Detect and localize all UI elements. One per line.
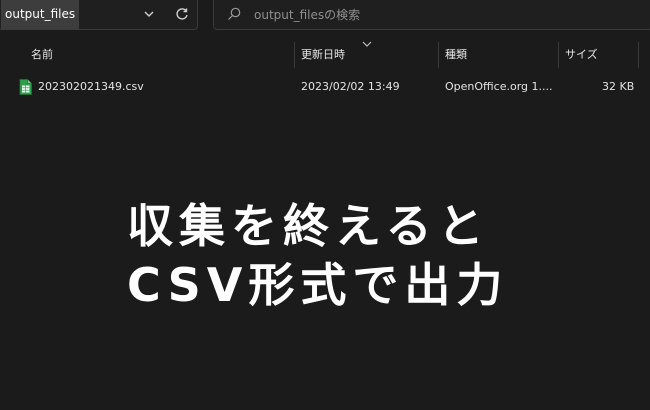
file-type: OpenOffice.org 1....	[445, 80, 553, 93]
column-header-size[interactable]: サイズ	[565, 42, 598, 68]
breadcrumb-current-folder[interactable]: output_files	[1, 0, 80, 29]
search-input[interactable]	[254, 5, 634, 25]
column-header-type[interactable]: 種類	[445, 42, 467, 68]
column-divider[interactable]	[558, 42, 559, 68]
file-explorer-window: output_files 名前 更新日時 種類 サイズ	[0, 0, 650, 410]
overlay-caption-line-2: CSV形式で出力	[127, 258, 509, 312]
file-size: 32 KB	[602, 80, 635, 93]
file-name[interactable]: 202302021349.csv	[38, 76, 144, 98]
overlay-caption-line-1: 収集を終えると	[127, 199, 490, 253]
file-modified-date: 2023/02/02 13:49	[301, 80, 400, 93]
chevron-down-icon[interactable]	[139, 4, 159, 24]
column-divider[interactable]	[294, 42, 295, 68]
file-list-row[interactable]: 202302021349.csv 2023/02/02 13:49 OpenOf…	[0, 76, 650, 98]
sort-chevron-icon	[362, 41, 372, 47]
refresh-icon[interactable]	[172, 4, 192, 24]
column-divider[interactable]	[438, 42, 439, 68]
search-icon	[228, 7, 241, 20]
spreadsheet-file-icon	[19, 79, 32, 95]
column-divider[interactable]	[638, 42, 639, 68]
search-box[interactable]	[213, 0, 650, 30]
column-header-modified[interactable]: 更新日時	[301, 42, 345, 68]
column-header-name[interactable]: 名前	[31, 42, 53, 68]
address-bar[interactable]: output_files	[0, 0, 198, 30]
